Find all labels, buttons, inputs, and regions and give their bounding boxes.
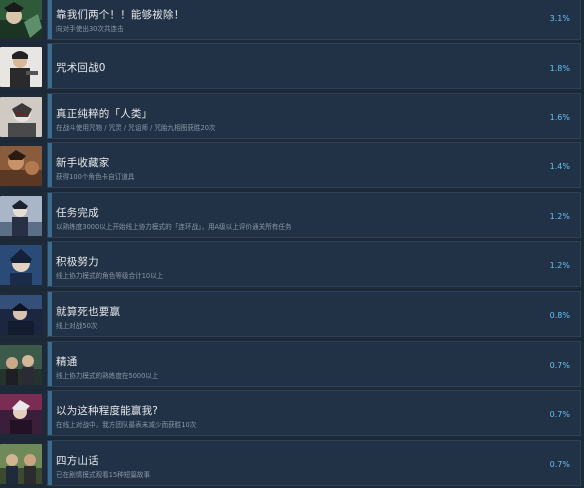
achievement-percentage: 0.7% xyxy=(549,410,570,419)
card-accent xyxy=(48,193,52,237)
achievement-title: 靠我们两个！！能够祓除！ xyxy=(56,9,185,21)
card-accent xyxy=(48,44,52,88)
achievement-row[interactable]: 就算死也要赢 线上对战50次 0.8% xyxy=(0,291,584,339)
achievement-thumbnail xyxy=(0,245,42,285)
achievement-description: 线上协力模式的熟练度在5000以上 xyxy=(56,372,159,380)
achievement-thumbnail xyxy=(0,47,42,87)
achievement-percentage: 1.8% xyxy=(549,64,570,73)
card-accent xyxy=(48,143,52,187)
card-accent xyxy=(48,391,52,435)
achievement-title: 真正纯粹的「人类」 xyxy=(56,108,153,120)
card-accent xyxy=(48,292,52,336)
achievement-title: 四方山话 xyxy=(56,455,99,467)
achievement-card: 咒术回战0 1.8% xyxy=(47,43,581,89)
card-accent xyxy=(48,94,52,138)
achievement-row[interactable]: 精通 线上协力模式的熟练度在5000以上 0.7% xyxy=(0,341,584,389)
achievement-card: 精通 线上协力模式的熟练度在5000以上 0.7% xyxy=(47,341,581,387)
achievement-description: 以熟练度3000以上开始线上协力模式的「连环战」，用A级以上评价通关所有任务 xyxy=(56,223,292,231)
achievement-percentage: 0.8% xyxy=(549,311,570,320)
achievement-percentage: 1.2% xyxy=(549,261,570,270)
achievement-thumbnail xyxy=(0,0,42,38)
achievement-description: 线上协力模式的角色等级合计10以上 xyxy=(56,272,164,280)
achievement-percentage: 0.7% xyxy=(549,361,570,370)
achievement-card: 就算死也要赢 线上对战50次 0.8% xyxy=(47,291,581,337)
achievement-title: 以为这种程度能赢我? xyxy=(56,405,159,417)
achievement-card: 以为这种程度能赢我? 在线上对战中，我方团队最表未减少而获胜10次 0.7% xyxy=(47,390,581,436)
achievement-row[interactable]: 靠我们两个！！能够祓除！ 向对手使出30次共连击 3.1% xyxy=(0,0,584,42)
achievement-title: 就算死也要赢 xyxy=(56,306,121,318)
achievement-list: 靠我们两个！！能够祓除！ 向对手使出30次共连击 3.1% 咒术回战0 1.8%… xyxy=(0,0,584,488)
achievement-title: 任务完成 xyxy=(56,207,99,219)
achievement-thumbnail xyxy=(0,345,42,385)
achievement-thumbnail xyxy=(0,146,42,186)
achievement-thumbnail xyxy=(0,196,42,236)
achievement-card: 四方山话 已在剧情模式观看15种短篇故事 0.7% xyxy=(47,440,581,486)
achievement-card: 靠我们两个！！能够祓除！ 向对手使出30次共连击 3.1% xyxy=(47,0,581,40)
card-accent xyxy=(48,342,52,386)
achievement-description: 已在剧情模式观看15种短篇故事 xyxy=(56,471,151,479)
achievement-row[interactable]: 真正纯粹的「人类」 在战斗使用咒物 / 咒灵 / 咒诅师 / 咒胎九相图获胜20… xyxy=(0,93,584,141)
achievement-thumbnail xyxy=(0,295,42,335)
achievement-card: 新手收藏家 获得100个角色卡自订道具 1.4% xyxy=(47,142,581,188)
achievement-percentage: 1.6% xyxy=(549,113,570,122)
achievement-thumbnail xyxy=(0,97,42,137)
achievement-title: 精通 xyxy=(56,356,78,368)
achievement-percentage: 1.4% xyxy=(549,162,570,171)
achievement-card: 真正纯粹的「人类」 在战斗使用咒物 / 咒灵 / 咒诅师 / 咒胎九相图获胜20… xyxy=(47,93,581,139)
achievement-row[interactable]: 新手收藏家 获得100个角色卡自订道具 1.4% xyxy=(0,142,584,190)
achievement-percentage: 3.1% xyxy=(549,14,570,23)
achievement-description: 在线上对战中，我方团队最表未减少而获胜10次 xyxy=(56,421,197,429)
achievement-card: 积极努力 线上协力模式的角色等级合计10以上 1.2% xyxy=(47,241,581,287)
card-accent xyxy=(48,441,52,485)
achievement-title: 咒术回战0 xyxy=(56,62,106,74)
achievement-description: 在战斗使用咒物 / 咒灵 / 咒诅师 / 咒胎九相图获胜20次 xyxy=(56,124,216,132)
achievement-row[interactable]: 以为这种程度能赢我? 在线上对战中，我方团队最表未减少而获胜10次 0.7% xyxy=(0,390,584,438)
achievement-card: 任务完成 以熟练度3000以上开始线上协力模式的「连环战」，用A级以上评价通关所… xyxy=(47,192,581,238)
achievement-percentage: 0.7% xyxy=(549,460,570,469)
card-accent xyxy=(48,242,52,286)
achievement-row[interactable]: 积极努力 线上协力模式的角色等级合计10以上 1.2% xyxy=(0,241,584,289)
achievement-row[interactable]: 四方山话 已在剧情模式观看15种短篇故事 0.7% xyxy=(0,440,584,488)
achievement-thumbnail xyxy=(0,394,42,434)
achievement-row[interactable]: 任务完成 以熟练度3000以上开始线上协力模式的「连环战」，用A级以上评价通关所… xyxy=(0,192,584,240)
achievement-percentage: 1.2% xyxy=(549,212,570,221)
achievement-row[interactable]: 咒术回战0 1.8% xyxy=(0,43,584,91)
achievement-description: 获得100个角色卡自订道具 xyxy=(56,173,135,181)
achievement-description: 向对手使出30次共连击 xyxy=(56,25,124,33)
achievement-title: 积极努力 xyxy=(56,256,99,268)
achievement-description: 线上对战50次 xyxy=(56,322,98,330)
achievement-title: 新手收藏家 xyxy=(56,157,110,169)
achievement-thumbnail xyxy=(0,444,42,484)
card-accent xyxy=(48,0,52,39)
